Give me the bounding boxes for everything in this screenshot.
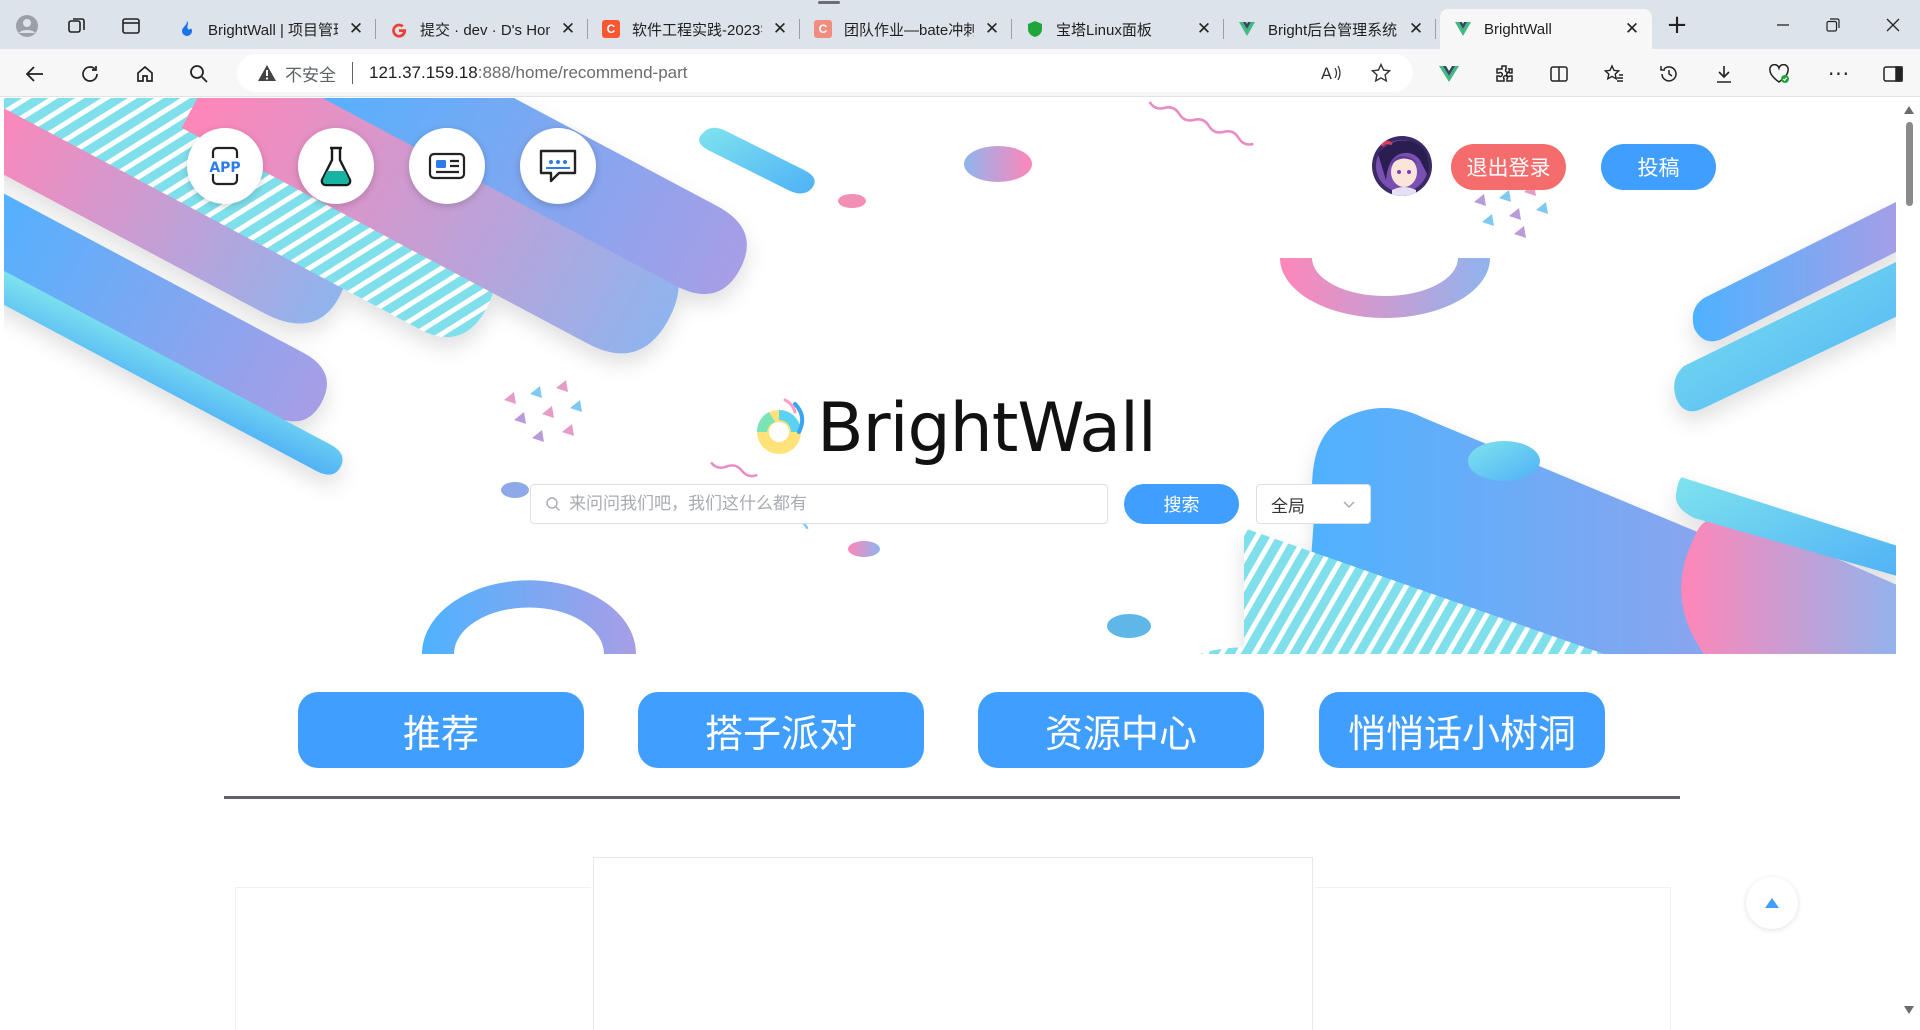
hero-banner: APP 退出登录 投稿 BrightWall 来问问我们吧，我们这什么都有 搜索…: [4, 98, 1896, 654]
svg-text:APP: APP: [209, 160, 240, 176]
id-card-icon: [428, 152, 466, 180]
extensions-icon[interactable]: [1491, 61, 1517, 87]
search-field[interactable]: [530, 484, 1108, 524]
profile-card-button[interactable]: [409, 128, 485, 204]
refresh-icon[interactable]: [77, 61, 103, 87]
g-logo-icon: [390, 20, 408, 38]
scrollbar-thumb[interactable]: [1906, 122, 1913, 206]
tab-close-icon[interactable]: ✕: [982, 19, 1002, 39]
read-aloud-icon[interactable]: A: [1321, 63, 1343, 88]
scroll-down-icon[interactable]: [1904, 1006, 1914, 1014]
carousel-card-prev[interactable]: [235, 887, 591, 1030]
browser-toolbar: 不安全 121.37.159.18:888/home/recommend-par…: [0, 49, 1920, 97]
minimize-icon[interactable]: [1770, 12, 1796, 38]
browser-tab-strip: BrightWall | 项目管理 ✕ 提交 · dev · D's Home …: [0, 0, 1920, 49]
carousel-card-active[interactable]: [593, 857, 1313, 1030]
sidebar-toggle-icon[interactable]: [1880, 61, 1906, 87]
close-window-icon[interactable]: [1880, 12, 1906, 38]
back-to-top-button[interactable]: [1746, 877, 1798, 929]
lab-button[interactable]: [298, 128, 374, 204]
vue-icon: [1454, 20, 1472, 38]
logout-button[interactable]: 退出登录: [1451, 144, 1566, 190]
search-scope-value: 全局: [1271, 496, 1305, 517]
messages-button[interactable]: [520, 128, 596, 204]
chat-icon: [539, 149, 577, 183]
url-host: 121.37.159.18: [369, 63, 478, 82]
scroll-up-icon[interactable]: [1904, 106, 1914, 114]
vue-icon: [1238, 20, 1256, 38]
page-scrollbar[interactable]: [1898, 98, 1920, 1030]
category-nav: 推荐 搭子派对 资源中心 悄悄话小树洞: [4, 692, 1896, 768]
page-viewport: APP 退出登录 投稿 BrightWall 来问问我们吧，我们这什么都有 搜索…: [4, 98, 1896, 1030]
tab-title: BrightWall | 项目管理: [208, 21, 338, 39]
post-button[interactable]: 投稿: [1601, 144, 1716, 190]
security-label[interactable]: 不安全: [285, 61, 336, 86]
svg-text:A: A: [1321, 64, 1332, 83]
brightwall-logo-icon: [756, 398, 805, 454]
browser-essentials-icon[interactable]: [1766, 61, 1792, 87]
tab-close-icon[interactable]: ✕: [1406, 19, 1426, 39]
caret-up-icon: [1765, 898, 1779, 908]
search-button[interactable]: 搜索: [1124, 484, 1239, 524]
browser-tab[interactable]: 提交 · dev · D's Home ✕: [376, 9, 588, 49]
tab-close-icon[interactable]: ✕: [770, 19, 790, 39]
window-drag-grip[interactable]: [818, 1, 840, 4]
search-scope-select[interactable]: 全局: [1256, 484, 1371, 524]
shield-icon: [1026, 20, 1044, 38]
address-bar[interactable]: 不安全 121.37.159.18:888/home/recommend-par…: [237, 54, 1413, 92]
tab-tree-hole[interactable]: 悄悄话小树洞: [1319, 692, 1605, 768]
brand-logo: BrightWall: [749, 388, 1157, 468]
tab-title: 提交 · dev · D's Home: [420, 21, 550, 39]
vue-devtools-icon[interactable]: [1436, 61, 1462, 87]
tab-title: 团队作业—bate冲刺: [844, 21, 974, 39]
tab-title: Bright后台管理系统: [1268, 21, 1398, 39]
search-icon[interactable]: [186, 61, 212, 87]
c-logo-icon: C: [814, 20, 832, 38]
flame-icon: [178, 20, 196, 38]
c-logo-icon: C: [602, 20, 620, 38]
favorite-star-icon[interactable]: [1370, 62, 1392, 88]
tab-partner-party[interactable]: 搭子派对: [638, 692, 924, 768]
carousel-card-next[interactable]: [1315, 887, 1671, 1030]
workspaces-icon[interactable]: [64, 13, 90, 39]
tab-resource-center[interactable]: 资源中心: [978, 692, 1264, 768]
browser-tab[interactable]: C 软件工程实践-2023学年 ✕: [588, 9, 800, 49]
downloads-icon[interactable]: [1711, 61, 1737, 87]
tab-close-icon[interactable]: ✕: [1622, 19, 1642, 39]
user-avatar[interactable]: [1372, 136, 1432, 196]
split-screen-icon[interactable]: [1546, 61, 1572, 87]
tab-close-icon[interactable]: ✕: [346, 19, 366, 39]
url-path: :888/home/recommend-part: [477, 63, 688, 82]
more-menu-icon[interactable]: ···: [1826, 61, 1852, 87]
search-icon: [546, 497, 560, 511]
brand-name: BrightWall: [817, 388, 1157, 468]
restore-icon[interactable]: [1820, 12, 1846, 38]
warning-icon[interactable]: [257, 63, 277, 83]
app-download-button[interactable]: APP: [187, 128, 263, 204]
chevron-down-icon: [1343, 501, 1355, 509]
back-icon[interactable]: [22, 61, 48, 87]
tab-recommend[interactable]: 推荐: [298, 692, 584, 768]
browser-tab-active[interactable]: BrightWall ✕: [1440, 9, 1652, 49]
new-tab-icon[interactable]: +: [1664, 10, 1690, 40]
browser-tab[interactable]: BrightWall | 项目管理 ✕: [164, 9, 376, 49]
history-icon[interactable]: [1656, 61, 1682, 87]
address-divider: [352, 62, 353, 84]
home-icon[interactable]: [132, 61, 158, 87]
app-icon: APP: [207, 146, 243, 186]
tab-title: 宝塔Linux面板: [1056, 21, 1152, 39]
tab-close-icon[interactable]: ✕: [558, 19, 578, 39]
browser-tab[interactable]: C 团队作业—bate冲刺 ✕: [800, 9, 1012, 49]
section-divider: [224, 796, 1680, 799]
favorites-icon[interactable]: [1601, 61, 1627, 87]
browser-tab[interactable]: 宝塔Linux面板 ✕: [1012, 9, 1224, 49]
tab-actions-icon[interactable]: [118, 13, 144, 39]
tab-title: 软件工程实践-2023学年: [632, 21, 762, 39]
browser-tab[interactable]: Bright后台管理系统 ✕: [1224, 9, 1436, 49]
profile-icon[interactable]: [14, 13, 40, 39]
flask-icon: [320, 146, 352, 187]
tab-close-icon[interactable]: ✕: [1194, 19, 1214, 39]
search-input[interactable]: [569, 494, 1089, 514]
tab-title: BrightWall: [1484, 20, 1552, 38]
